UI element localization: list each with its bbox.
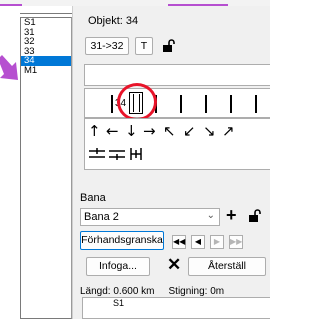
lock-icon[interactable]	[248, 209, 261, 222]
symbol-palette: ↑ ← ↓ → ↖ ↙ ↘ ↗	[84, 118, 270, 170]
control-description-row[interactable]: 34	[84, 83, 270, 121]
arrow-up-icon[interactable]: ↑	[88, 124, 101, 139]
climb-label: Stigning: 0m	[168, 286, 225, 297]
chevron-down-icon: ⌄	[206, 210, 215, 221]
preview-button[interactable]: Förhandsgranska	[80, 231, 164, 250]
control-list[interactable]: S1 31 32 33 34 M1	[20, 17, 72, 319]
first-icon[interactable]: ◀◀	[172, 235, 186, 249]
equals-minus-symbol-icon[interactable]	[108, 146, 126, 162]
lock-icon[interactable]	[162, 39, 175, 52]
course-stats: Längd: 0.600 km Stigning: 0m	[80, 286, 224, 297]
add-course-icon[interactable]: +	[226, 206, 237, 224]
previous-icon[interactable]: ◀	[191, 235, 205, 249]
panel-splitter[interactable]	[72, 6, 80, 319]
description-textbox[interactable]	[84, 64, 270, 86]
column-divider	[255, 95, 257, 113]
course-label: Bana	[80, 192, 106, 204]
arrow-left-icon[interactable]: ←	[106, 124, 119, 139]
highlight-circle	[117, 83, 157, 121]
sequence-button[interactable]: 31->32	[85, 37, 129, 55]
column-divider	[111, 95, 113, 113]
arrow-right-icon[interactable]: →	[143, 124, 156, 139]
plus-minus-symbol-icon[interactable]	[88, 146, 106, 162]
list-item[interactable]: S1	[113, 298, 124, 308]
course-dropdown-value: Bana 2	[84, 211, 119, 223]
course-control-list[interactable]: S1	[82, 297, 270, 319]
left-margin	[0, 6, 20, 319]
course-dropdown[interactable]: Bana 2 ⌄	[80, 208, 220, 226]
list-top-rule	[20, 13, 72, 14]
insert-button[interactable]: Infoga...	[86, 257, 150, 276]
arrow-down-left-icon[interactable]: ↙	[183, 124, 196, 139]
length-label: Längd: 0.600 km	[80, 286, 155, 297]
annotation-arrow-icon	[0, 55, 18, 80]
object-title: Objekt: 34	[88, 15, 139, 27]
next-icon[interactable]: ▶	[210, 235, 224, 249]
list-item[interactable]: M1	[21, 65, 71, 76]
arrow-up-right-icon[interactable]: ↗	[222, 124, 235, 139]
arrow-down-right-icon[interactable]: ↘	[203, 124, 216, 139]
arrow-down-icon[interactable]: ↓	[125, 124, 138, 139]
column-divider	[230, 95, 232, 113]
column-divider	[205, 95, 207, 113]
bars-symbol-icon[interactable]	[128, 146, 144, 162]
delete-icon[interactable]: ✕	[167, 256, 181, 274]
last-icon[interactable]: ▶▶	[229, 235, 243, 249]
reset-button[interactable]: Återställ	[188, 257, 266, 276]
arrow-up-left-icon[interactable]: ↖	[163, 124, 176, 139]
text-button[interactable]: T	[135, 37, 153, 55]
object-panel: Objekt: 34 31->32 T 34 ↑ ← ↓ → ↖ ↙ ↘ ↗ B…	[80, 6, 270, 319]
column-divider	[180, 95, 182, 113]
